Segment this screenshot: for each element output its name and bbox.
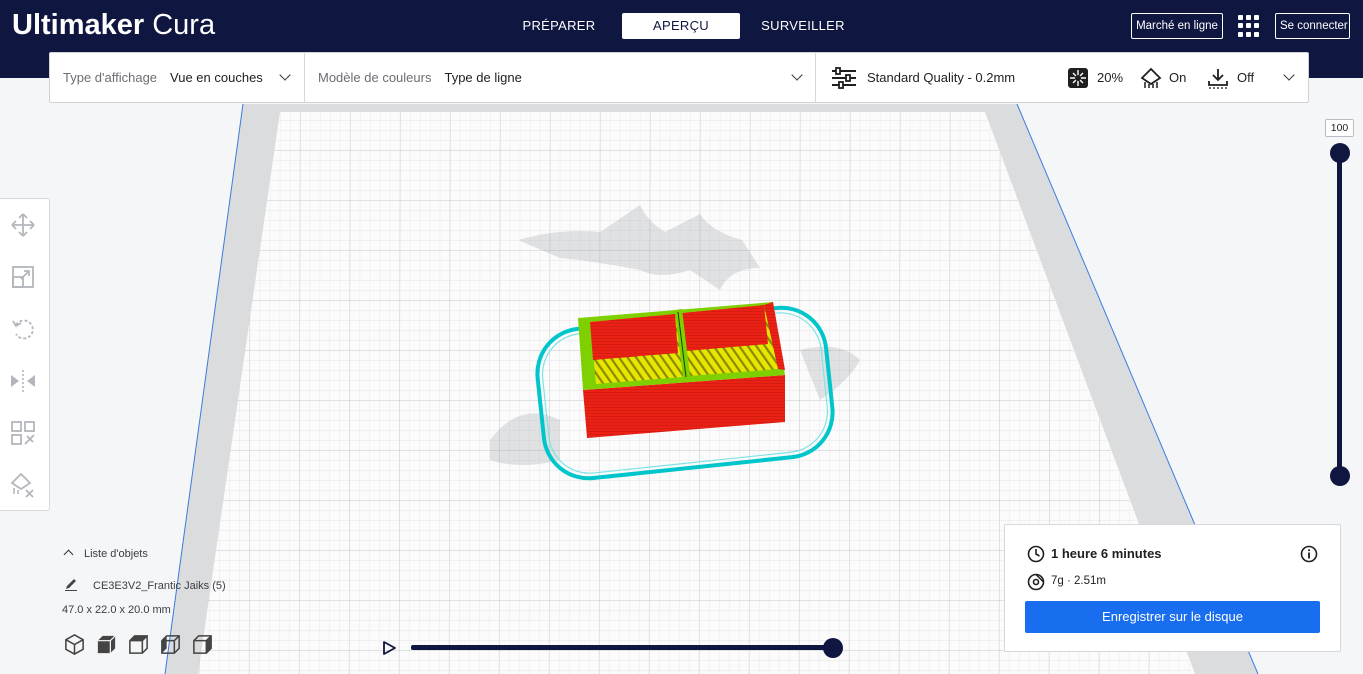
play-icon[interactable] <box>381 640 397 656</box>
object-list-header: Liste d'objets <box>84 548 148 560</box>
profile-value: Standard Quality - 0.2mm <box>867 70 1016 85</box>
infill-icon <box>1068 67 1088 88</box>
per-model-settings-icon[interactable] <box>9 419 37 447</box>
material-usage: 7g · 2.51m <box>1051 575 1106 587</box>
sliders-icon <box>832 66 856 89</box>
support-blocker-icon[interactable] <box>9 471 37 499</box>
layer-number-input[interactable]: 100 <box>1325 119 1354 137</box>
layer-slider-track[interactable] <box>1337 153 1342 475</box>
save-to-disk-button[interactable]: Enregistrer sur le disque <box>1025 601 1320 633</box>
top-view-icon[interactable] <box>127 633 150 656</box>
grid-icon[interactable] <box>1238 15 1260 37</box>
print-time: 1 heure 6 minutes <box>1051 546 1162 561</box>
chevron-up-icon <box>63 549 74 560</box>
tab-monitor[interactable]: SURVEILLER <box>744 13 862 39</box>
color-scheme-label: Modèle de couleurs <box>318 70 432 85</box>
mirror-icon[interactable] <box>9 367 37 395</box>
camera-view-buttons <box>63 633 214 657</box>
divider <box>304 53 305 102</box>
left-view-icon[interactable] <box>159 633 182 656</box>
color-scheme-selector[interactable]: Modèle de couleurs Type de ligne <box>318 53 808 102</box>
clock-icon <box>1027 545 1045 563</box>
logo-brand: Ultimaker <box>12 9 145 41</box>
view-type-label: Type d'affichage <box>63 70 158 85</box>
view-type-selector[interactable]: Type d'affichage Vue en couches <box>63 53 303 102</box>
tab-prepare[interactable]: PRÉPARER <box>500 13 618 39</box>
divider <box>815 53 816 102</box>
view-type-value: Vue en couches <box>170 70 263 85</box>
layer-slider-upper-handle[interactable] <box>1330 143 1350 163</box>
pencil-icon <box>65 579 77 591</box>
color-scheme-value: Type de ligne <box>444 70 522 85</box>
path-slider-track[interactable] <box>411 645 835 650</box>
object-entry[interactable]: CE3E3V2_Frantic Jaiks (5) <box>64 577 226 592</box>
tab-preview[interactable]: APERÇU <box>622 13 740 39</box>
tool-panel <box>0 198 50 511</box>
rotate-icon[interactable] <box>9 315 37 343</box>
print-settings-selector[interactable]: Standard Quality - 0.2mm 20% On Off <box>831 53 1301 102</box>
3d-view-icon[interactable] <box>63 633 86 656</box>
sign-in-button[interactable]: Se connecter <box>1275 13 1350 39</box>
info-icon[interactable] <box>1300 545 1318 563</box>
support-value: On <box>1169 70 1187 85</box>
infill-value: 20% <box>1097 70 1124 85</box>
object-list-toggle[interactable]: Liste d'objets <box>62 548 148 560</box>
stage-tabs: PRÉPARER APERÇU SURVEILLER <box>500 13 866 39</box>
object-dimensions: 47.0 x 22.0 x 20.0 mm <box>62 604 171 616</box>
front-view-icon[interactable] <box>95 633 118 656</box>
right-view-icon[interactable] <box>191 633 214 656</box>
move-icon[interactable] <box>9 211 37 239</box>
view-settings-bar: Type d'affichage Vue en couches Modèle d… <box>49 52 1309 103</box>
marketplace-button[interactable]: Marché en ligne <box>1131 13 1223 39</box>
adhesion-value: Off <box>1237 70 1255 85</box>
path-slider-handle[interactable] <box>823 638 843 658</box>
app-logo: Ultimaker Cura <box>12 6 215 44</box>
layer-slider-lower-handle[interactable] <box>1330 466 1350 486</box>
adhesion-icon <box>1208 68 1228 89</box>
spool-icon <box>1027 573 1045 591</box>
logo-product: Cura <box>152 9 216 41</box>
scale-icon[interactable] <box>9 263 37 291</box>
print-info-panel: 1 heure 6 minutes 7g · 2.51m Enregistrer… <box>1004 524 1341 652</box>
object-name: CE3E3V2_Frantic Jaiks (5) <box>93 580 226 592</box>
support-icon <box>1140 67 1162 88</box>
